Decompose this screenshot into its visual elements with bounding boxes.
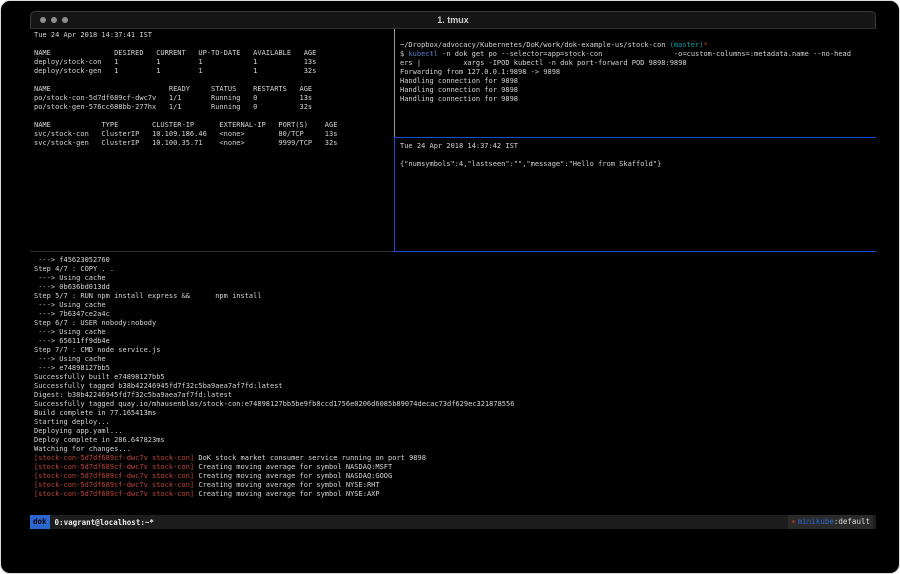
traffic-lights (40, 17, 68, 23)
terminal-line: Watching for changes... (34, 445, 874, 454)
terminal-line: Successfully tagged quay.io/mhausenblas/… (34, 400, 874, 409)
terminal-line: ---> 7b6347ce2a4c (34, 310, 874, 319)
terminal-line: Tue 24 Apr 2018 14:37:41 IST (34, 31, 392, 40)
terminal-line: Starting deploy... (34, 418, 874, 427)
terminal-line: ---> e74898127bb5 (34, 364, 874, 373)
terminal-line: deploy/stock-con 1 1 1 1 13s (34, 58, 392, 67)
pane-build-log[interactable]: ---> f45623052760Step 4/7 : COPY . . ---… (34, 256, 874, 511)
kube-namespace: :default (834, 515, 870, 529)
terminal-line: $ kubectl -n dok get po --selector=app=s… (400, 50, 874, 59)
terminal-line: Step 4/7 : COPY . . (34, 265, 874, 274)
terminal-line: [stock-con-5d7df689cf-dwc7v stock-con] C… (34, 481, 874, 490)
terminal-line: ---> Using cache (34, 355, 874, 364)
kube-context-name: minikube (798, 515, 834, 529)
terminal-line: Deploying app.yaml... (34, 427, 874, 436)
terminal-line: Successfully built e74898127bb5 (34, 373, 874, 382)
pane-border-horizontal-active-bottom[interactable] (394, 251, 876, 252)
pane-kubectl-resources[interactable]: Tue 24 Apr 2018 14:37:41 IST NAME DESIRE… (34, 31, 392, 249)
terminal-line: [stock-con-5d7df689cf-dwc7v stock-con] C… (34, 463, 874, 472)
terminal-line: Handling connection for 9898 (400, 86, 874, 95)
terminal-line: Build complete in 77.165413ms (34, 409, 874, 418)
close-button-icon[interactable] (40, 17, 46, 23)
minimize-button-icon[interactable] (51, 17, 57, 23)
terminal-line: ers | xargs -IPOD kubectl -n dok port-fo… (400, 59, 874, 68)
terminal-line: {"numsymbols":4,"lastseen":"","message":… (400, 160, 874, 169)
terminal-line: ---> 0b636bd013dd (34, 283, 874, 292)
terminal-line: po/stock-gen-576cc688bb-277hx 1/1 Runnin… (34, 103, 392, 112)
title-bar[interactable]: 1. tmux (30, 11, 876, 29)
terminal-line: [stock-con-5d7df689cf-dwc7v stock-con] C… (34, 490, 874, 499)
pane-json-response[interactable]: Tue 24 Apr 2018 14:37:42 IST {"numsymbol… (400, 142, 874, 249)
terminal-line: Handling connection for 9898 (400, 95, 874, 104)
kube-context-indicator: ⎈ minikube :default (788, 515, 873, 529)
terminal-line (34, 40, 392, 49)
pane-border-vertical-inactive[interactable] (394, 29, 395, 137)
terminal-line: Step 7/7 : CMD node service.js (34, 346, 874, 355)
window-title: 1. tmux (31, 15, 875, 25)
pane-border-horizontal-inactive[interactable] (30, 251, 394, 252)
terminal-line: Successfully tagged b38b42246945fd7f32c5… (34, 382, 874, 391)
pane-border-vertical-active[interactable] (394, 137, 395, 252)
terminal-line: ~/Dropbox/advocacy/Kubernetes/DoK/work/d… (400, 41, 874, 50)
kubernetes-helm-icon: ⎈ (791, 515, 796, 529)
terminal-line: ---> f45623052760 (34, 256, 874, 265)
terminal-line: Tue 24 Apr 2018 14:37:42 IST (400, 142, 874, 151)
terminal-line: Deploy complete in 286.647823ms (34, 436, 874, 445)
status-bar: dok 0:vagrant@localhost:~* ⎈ minikube :d… (30, 515, 876, 529)
zoom-button-icon[interactable] (62, 17, 68, 23)
terminal-window: 1. tmux Tue 24 Apr 2018 14:37:41 IST NAM… (0, 0, 900, 574)
pane-border-horizontal-active-top[interactable] (394, 137, 876, 138)
terminal-line: NAME TYPE CLUSTER-IP EXTERNAL-IP PORT(S)… (34, 121, 392, 130)
terminal-line: NAME DESIRED CURRENT UP-TO-DATE AVAILABL… (34, 49, 392, 58)
terminal-line: ---> Using cache (34, 328, 874, 337)
terminal-line: ---> Using cache (34, 274, 874, 283)
terminal-line: Handling connection for 9898 (400, 77, 874, 86)
terminal-line: svc/stock-con ClusterIP 10.109.186.46 <n… (34, 130, 392, 139)
terminal-line: Forwarding from 127.0.0.1:9898 -> 9898 (400, 68, 874, 77)
terminal-line: deploy/stock-gen 1 1 1 1 32s (34, 67, 392, 76)
session-badge[interactable]: dok (30, 515, 50, 529)
terminal-line: svc/stock-gen ClusterIP 10.100.35.71 <no… (34, 139, 392, 148)
terminal-line: [stock-con-5d7df689cf-dwc7v stock-con] C… (34, 472, 874, 481)
pane-port-forward[interactable]: ~/Dropbox/advocacy/Kubernetes/DoK/work/d… (400, 41, 874, 135)
terminal-line: NAME READY STATUS RESTARTS AGE (34, 85, 392, 94)
terminal-line: ---> 65611ff9db4e (34, 337, 874, 346)
terminal-line: ---> Using cache (34, 301, 874, 310)
terminal-line (34, 112, 392, 121)
terminal-line: [stock-con-5d7df689cf-dwc7v stock-con] D… (34, 454, 874, 463)
terminal-line (400, 151, 874, 160)
terminal-line: po/stock-con-5d7df689cf-dwc7v 1/1 Runnin… (34, 94, 392, 103)
window-info[interactable]: 0:vagrant@localhost:~* (55, 518, 154, 527)
terminal-line: Step 6/7 : USER nobody:nobody (34, 319, 874, 328)
terminal-line (34, 76, 392, 85)
terminal-line: Digest: b38b42246945fd7f32c5ba9aea7af7fd… (34, 391, 874, 400)
terminal-line: Step 5/7 : RUN npm install express && np… (34, 292, 874, 301)
